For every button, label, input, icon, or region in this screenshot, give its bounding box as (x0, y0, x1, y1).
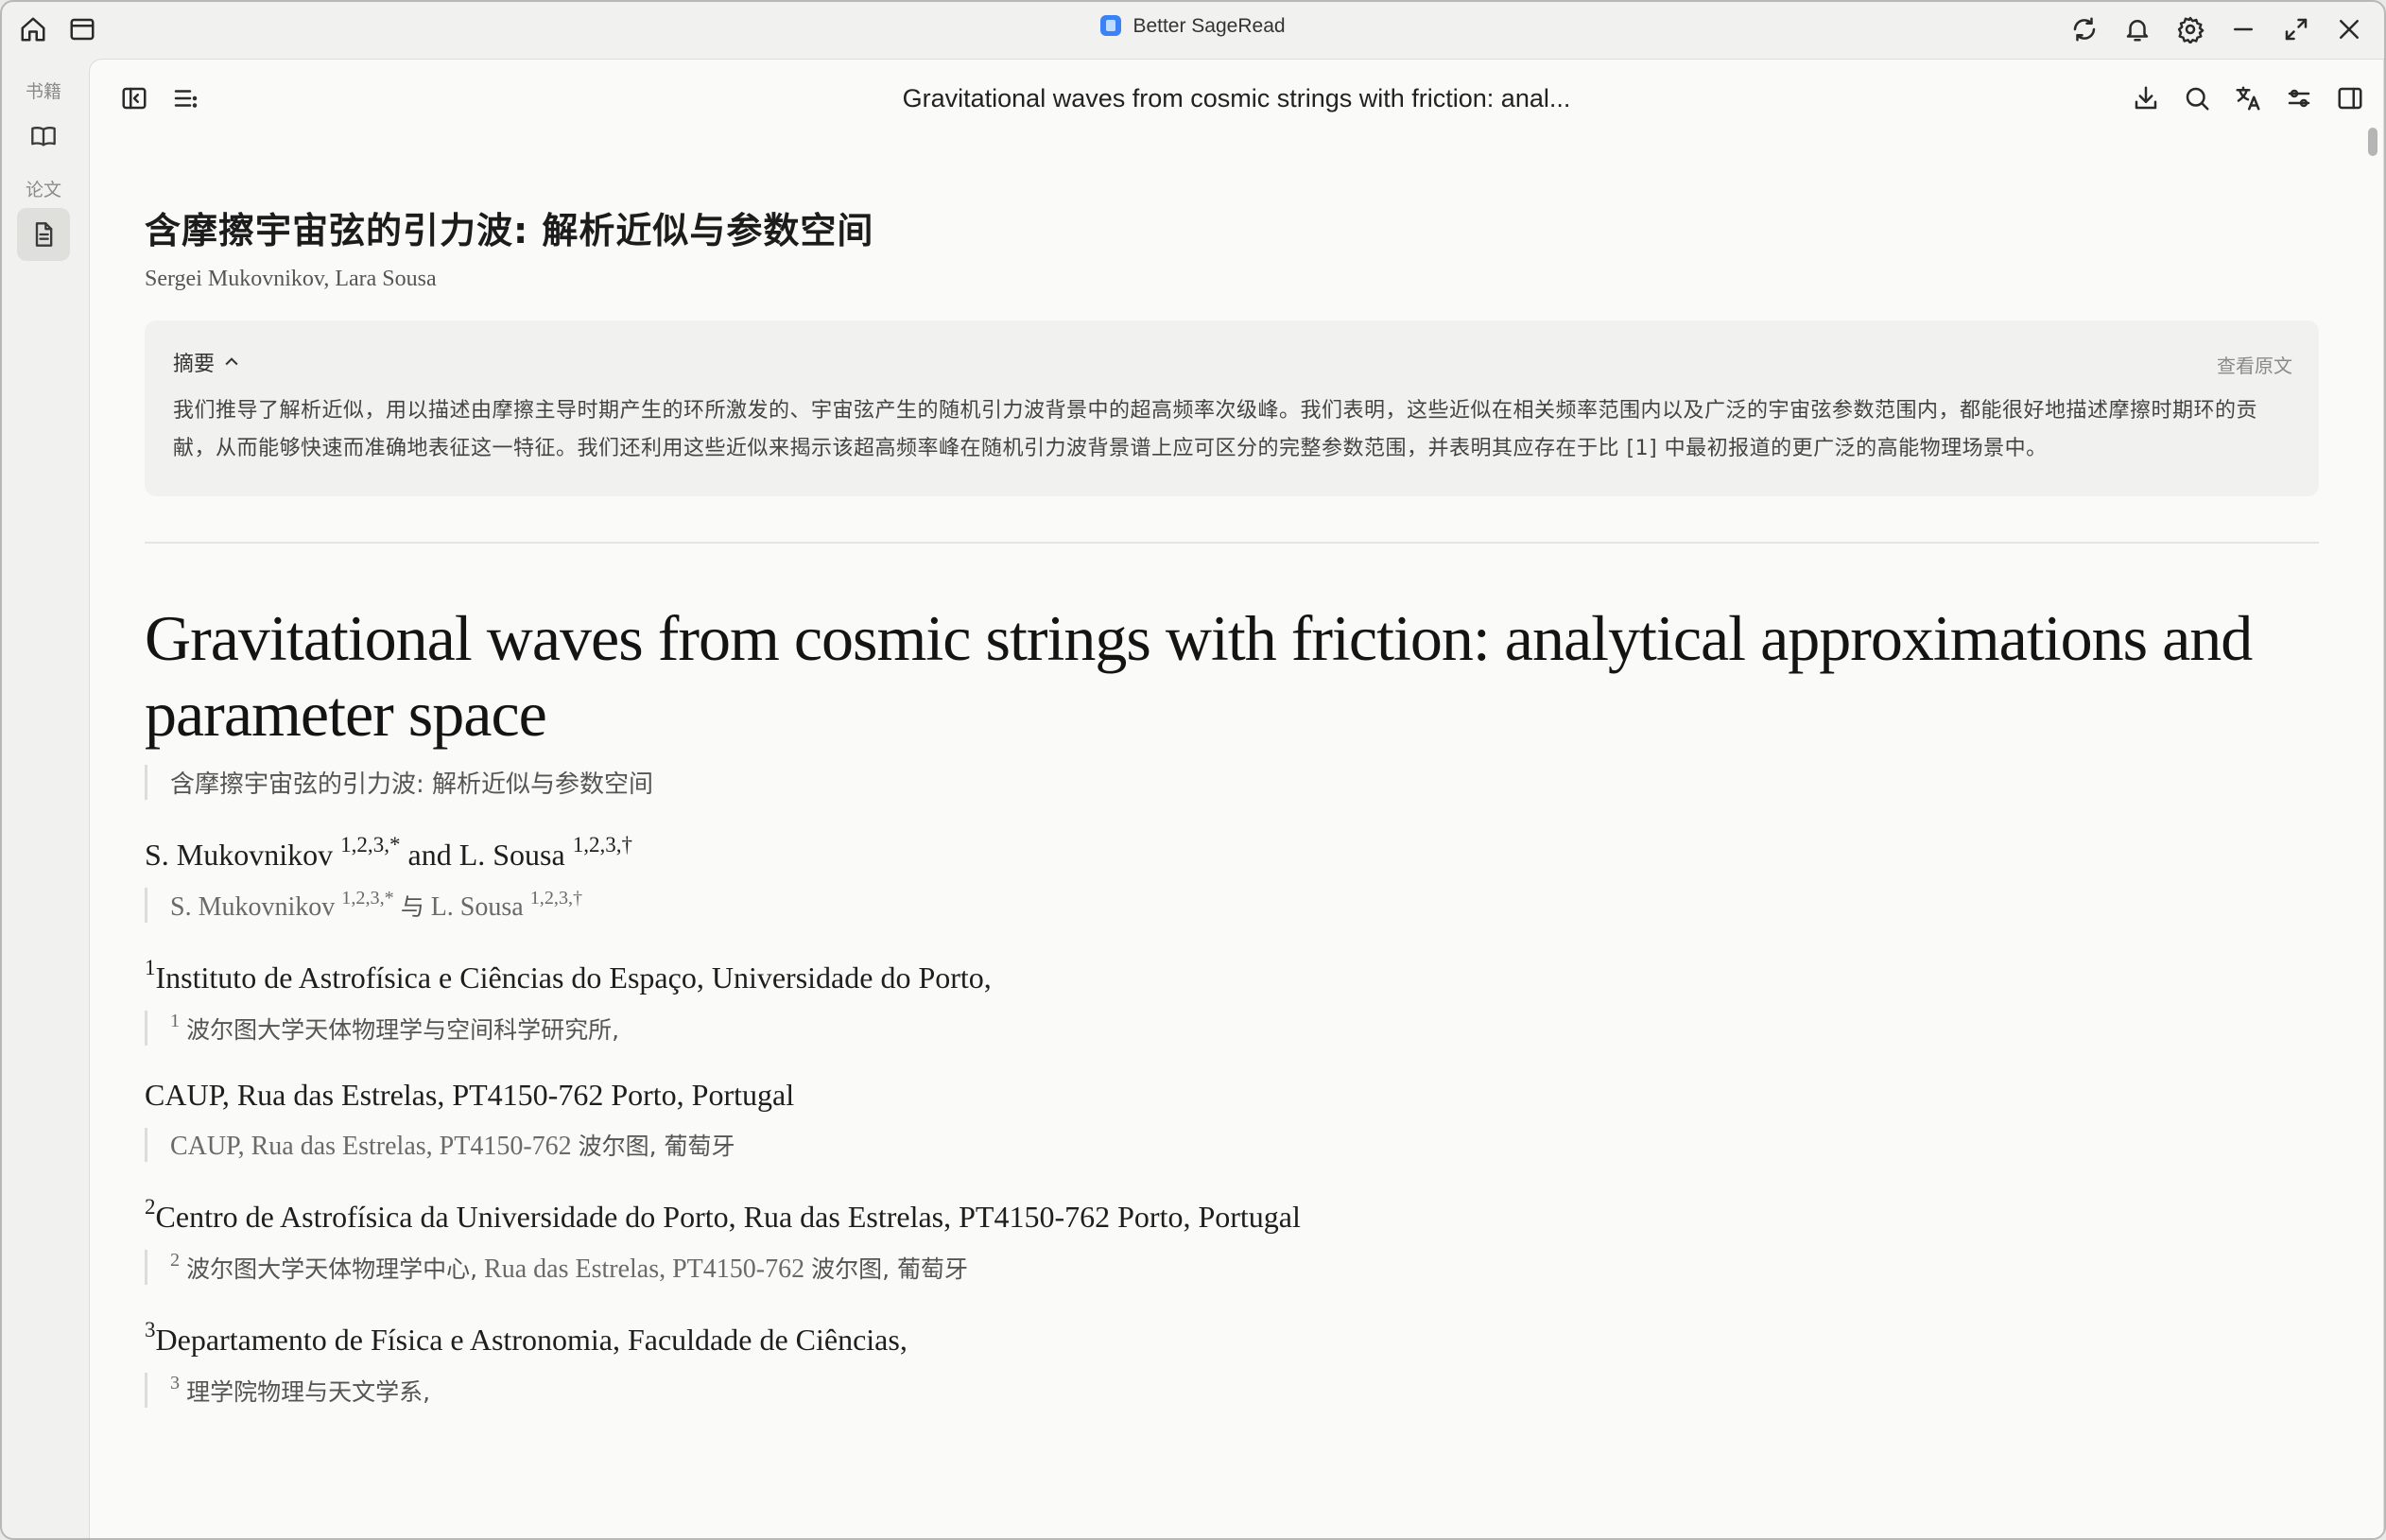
sync-icon[interactable] (2068, 13, 2101, 45)
gear-icon[interactable] (2174, 13, 2206, 45)
affiliation-1-tr-number: 1 (170, 1010, 181, 1031)
affiliation-1-text: Instituto de Astrofísica e Ciências do E… (155, 960, 992, 995)
book-open-icon (31, 126, 56, 147)
author-conjunction: and (407, 837, 452, 872)
affiliation-2-number: 2 (145, 1193, 156, 1219)
reader-panel: Gravitational waves from cosmic strings … (89, 59, 2384, 1538)
affiliation-3-tr-text: 理学院物理与天文学系, (186, 1377, 431, 1406)
maximize-icon[interactable] (2280, 13, 2312, 45)
affiliation-2-translation: 2 波尔图大学天体物理学中心, Rua das Estrelas, PT4150… (145, 1249, 2319, 1285)
affiliation-1: 1Instituto de Astrofísica e Ciências do … (145, 955, 2319, 995)
affiliation-2-text: Centro de Astrofísica da Universidade do… (155, 1199, 1301, 1234)
chevron-up-icon (222, 353, 241, 372)
translated-paper-title: 含摩擦宇宙弦的引力波: 解析近似与参数空间 (145, 210, 874, 251)
author-line: S. Mukovnikov 1,2,3,* and L. Sousa 1,2,3… (145, 832, 2319, 873)
document-content: 含摩擦宇宙弦的引力波: 解析近似与参数空间 Sergei Mukovnikov,… (145, 201, 2319, 1408)
affiliation-address-translation: CAUP, Rua das Estrelas, PT4150-762 波尔图, … (145, 1127, 2319, 1162)
title-translation: 含摩擦宇宙弦的引力波: 解析近似与参数空间 (145, 765, 2319, 800)
tr-author-1: S. Mukovnikov (170, 891, 336, 922)
affiliation-1-tr-text: 波尔图大学天体物理学与空间科学研究所, (186, 1015, 620, 1044)
settings-sliders-icon[interactable] (2283, 82, 2315, 114)
affiliation-3: 3Departamento de Física e Astronomia, Fa… (145, 1317, 2319, 1358)
rail-label-papers: 论文 (25, 180, 61, 200)
abstract-card: 摘要 查看原文 我们推导了解析近似，用以描述由摩擦主导时期产生的环所激发的、宇宙… (145, 320, 2319, 496)
bell-icon[interactable] (2121, 13, 2153, 45)
search-icon[interactable] (2181, 82, 2213, 114)
minimize-icon[interactable] (2227, 13, 2259, 45)
affiliation-address: CAUP, Rua das Estrelas, PT4150-762 Porto… (145, 1078, 2319, 1113)
tr-author-conjunction: 与 (400, 892, 424, 921)
close-icon[interactable] (2333, 13, 2365, 45)
affiliation-address-tr-text: 波尔图, 葡萄牙 (578, 1132, 735, 1160)
author-line-translation: S. Mukovnikov 1,2,3,* 与 L. Sousa 1,2,3,† (145, 887, 2319, 923)
reader-toolbar: Gravitational waves from cosmic strings … (90, 60, 2383, 141)
affiliation-2-tr-latin: Rua das Estrelas, PT4150-762 (484, 1254, 805, 1284)
original-paper-title: Gravitational waves from cosmic strings … (145, 602, 2253, 750)
scrollbar-thumb[interactable] (2368, 128, 2377, 156)
affiliation-2-tr-text-b: 波尔图, 葡萄牙 (811, 1254, 968, 1283)
app-logo-icon (1100, 15, 1122, 36)
author-1-affil: 1,2,3,* (340, 832, 401, 857)
download-icon[interactable] (2130, 82, 2162, 114)
affiliation-address-text: CAUP, Rua das Estrelas, PT4150-762 Porto… (145, 1077, 795, 1112)
document-icon (35, 222, 53, 247)
affiliation-3-translation: 3 理学院物理与天文学系, (145, 1372, 2319, 1408)
tr-author-1-affil: 1,2,3,* (341, 887, 394, 908)
rail-papers-button[interactable] (17, 208, 70, 261)
author-2-affil: 1,2,3,† (572, 832, 633, 857)
document-title: Gravitational waves from cosmic strings … (902, 84, 1571, 112)
translate-icon[interactable] (2232, 82, 2264, 114)
rail-label-books: 书籍 (25, 81, 61, 102)
view-original-link[interactable]: 查看原文 (2217, 351, 2292, 378)
affiliation-1-number: 1 (145, 954, 156, 979)
abstract-toggle[interactable]: 摘要 (173, 347, 2291, 377)
paper-authors: Sergei Mukovnikov, Lara Sousa (145, 267, 437, 291)
title-translation-text: 含摩擦宇宙弦的引力波: 解析近似与参数空间 (170, 770, 654, 799)
affiliation-2-tr-number: 2 (170, 1249, 181, 1271)
window-title: Better SageRead (2, 15, 2384, 38)
abstract-label: 摘要 (173, 353, 216, 376)
right-panel-toggle-icon[interactable] (2334, 82, 2366, 114)
abstract-text: 我们推导了解析近似，用以描述由摩擦主导时期产生的环所激发的、宇宙弦产生的随机引力… (173, 399, 2258, 460)
left-rail: 书籍 论文 (2, 57, 85, 1538)
author-2: L. Sousa (458, 837, 565, 872)
app-window: Better SageRead 书籍 论文 Gravitational wave… (0, 0, 2386, 1540)
affiliation-3-number: 3 (145, 1316, 156, 1341)
tr-author-2-affil: 1,2,3,† (529, 887, 583, 908)
affiliation-address-tr-latin: CAUP, Rua das Estrelas, PT4150-762 (170, 1131, 572, 1161)
rail-books-button[interactable] (17, 110, 70, 163)
title-bar: Better SageRead (2, 2, 2384, 57)
affiliation-2-tr-text-a: 波尔图大学天体物理学中心, (186, 1254, 478, 1283)
author-1: S. Mukovnikov (145, 837, 334, 872)
section-divider (145, 542, 2319, 544)
affiliation-1-translation: 1 波尔图大学天体物理学与空间科学研究所, (145, 1010, 2319, 1046)
affiliation-3-text: Departamento de Física e Astronomia, Fac… (155, 1322, 908, 1357)
affiliation-3-tr-number: 3 (170, 1372, 181, 1393)
tr-author-2: L. Sousa (430, 891, 524, 922)
affiliation-2: 2Centro de Astrofísica da Universidade d… (145, 1194, 2319, 1235)
